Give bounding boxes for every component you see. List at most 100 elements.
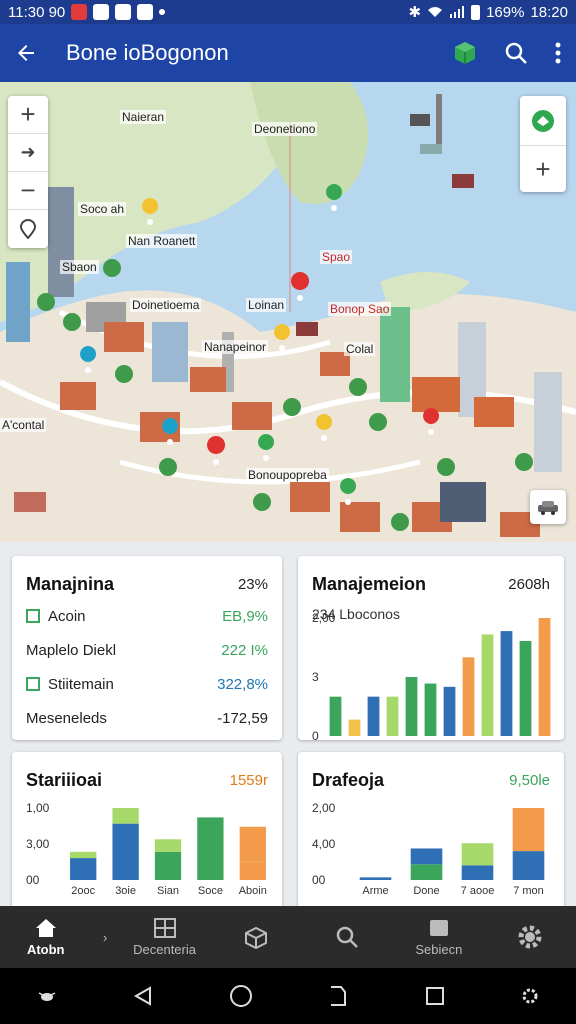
- bar: [154, 851, 182, 880]
- map-label: Bonoupopreba: [246, 468, 329, 482]
- stat-value: EB,9%: [222, 607, 268, 625]
- x-tick-label: Soce: [198, 885, 223, 897]
- layers-button[interactable]: [520, 96, 566, 146]
- bar: [112, 823, 139, 880]
- bar: [348, 719, 361, 736]
- battery-percent: 169%: [486, 3, 525, 21]
- x-tick-label: Aboin: [239, 885, 267, 897]
- stat-value: -172,59: [217, 709, 268, 727]
- bar-chart: 2,00 3 0: [312, 611, 551, 740]
- nav-label: Sebiecn: [415, 941, 463, 957]
- y-tick-label: 0: [312, 729, 319, 740]
- bar: [512, 851, 545, 880]
- x-tick-label: Done: [413, 885, 439, 897]
- nav-item-settings[interactable]: [485, 906, 576, 968]
- map-add-button[interactable]: +: [520, 146, 566, 192]
- bar: [424, 683, 437, 736]
- zoom-out-button[interactable]: −: [8, 172, 48, 210]
- bottom-navigation: Atobn › Decenteria Sebiecn: [0, 906, 576, 968]
- bar: [410, 848, 443, 865]
- battery-icon: [471, 4, 481, 20]
- y-tick-label: 00: [26, 873, 40, 887]
- notification-dot-icon: [159, 9, 166, 15]
- map-label: A'contal: [0, 418, 47, 432]
- compass-button[interactable]: ➜: [8, 134, 48, 172]
- stat-row: Maplelo Diekl 222 I%: [26, 638, 268, 662]
- notification-icon: [115, 4, 132, 20]
- stat-value: 222 I%: [221, 641, 268, 659]
- nav-item-box[interactable]: [210, 906, 301, 968]
- stat-value: 322,8%: [217, 675, 268, 693]
- map-label: Soco ah: [78, 202, 127, 216]
- chart-card[interactable]: Manajemeion 2608h 234 Lboconos 2,00 3 0: [298, 556, 564, 740]
- bar: [500, 631, 513, 736]
- search-icon: [337, 926, 359, 948]
- stat-label: Meseneleds: [26, 709, 107, 727]
- map-label: Spao: [320, 250, 353, 264]
- map-label: Nan Roanett: [126, 234, 198, 248]
- recents-icon[interactable]: [327, 984, 349, 1008]
- chart-card[interactable]: Drafeoja 9,50le 2,00 4,00 00 Arme Done 7 aooe…: [298, 752, 564, 912]
- map-label: Naieran: [120, 110, 167, 124]
- x-tick-label: 7 mon: [513, 885, 544, 897]
- bar-chart: 2,00 4,00 00 Arme Done 7 aooe 7 mon: [312, 801, 545, 897]
- nav-item-grid[interactable]: Decenteria: [119, 906, 210, 968]
- stat-label: Stiitemain: [48, 675, 114, 693]
- my-location-button[interactable]: [8, 210, 48, 248]
- gear-icon[interactable]: [521, 987, 539, 1005]
- navigation-arrow-icon: ➜: [20, 142, 36, 162]
- search-icon[interactable]: [504, 41, 528, 65]
- bar: [239, 861, 266, 880]
- card-title: Manajnina: [26, 574, 115, 594]
- more-vert-icon[interactable]: [554, 41, 562, 65]
- map-label: Nanapeinor: [202, 340, 269, 354]
- checkbox-icon: [26, 609, 40, 623]
- stats-card[interactable]: Manajnina 23% Acoin EB,9% Maplelo Diekl …: [12, 556, 282, 740]
- bar: [481, 634, 494, 736]
- stat-label: Maplelo Diekl: [26, 641, 117, 659]
- system-navigation: [0, 968, 576, 1024]
- box-icon: [244, 926, 267, 949]
- overview-icon[interactable]: [424, 985, 446, 1007]
- chart-card[interactable]: Stariiioai 1559r 1,00 3,00 00 2ooc 3oie Sian S…: [12, 752, 282, 912]
- nav-item-section[interactable]: Sebiecn: [393, 906, 484, 968]
- x-tick-label: Sian: [157, 885, 179, 897]
- back-arrow-icon[interactable]: [14, 41, 38, 65]
- x-tick-label: 7 aooe: [461, 885, 495, 897]
- car-mode-button[interactable]: [530, 490, 566, 524]
- nav-item-search[interactable]: [302, 906, 393, 968]
- stat-row: Acoin EB,9%: [26, 604, 268, 628]
- chevron-right-icon: ›: [102, 929, 108, 945]
- bar: [410, 864, 443, 880]
- map-label: Doinetioema: [130, 298, 202, 312]
- y-tick-label: 3: [312, 670, 319, 684]
- bug-icon[interactable]: [37, 989, 57, 1003]
- y-tick-label: 1,00: [26, 801, 50, 815]
- status-time-right: 18:20: [530, 3, 568, 21]
- page-title: Bone ioBogonon: [66, 40, 229, 65]
- stat-row: Stiitemain 322,8%: [26, 672, 268, 696]
- nav-item-home[interactable]: Atobn: [0, 906, 91, 968]
- bar: [519, 640, 532, 736]
- bar: [512, 808, 545, 852]
- bar: [462, 657, 475, 736]
- y-tick-label: 3,00: [26, 837, 50, 851]
- bar: [359, 877, 392, 880]
- map-cube-icon[interactable]: [452, 40, 478, 66]
- city-map[interactable]: Naieran Deonetiono Soco ah Nan Roanett S…: [0, 82, 576, 542]
- app-bar: Bone ioBogonon: [0, 24, 576, 82]
- plus-icon: +: [535, 153, 551, 184]
- back-icon[interactable]: [132, 985, 154, 1007]
- y-tick-label: 4,00: [312, 837, 336, 851]
- bar: [461, 865, 494, 880]
- bar: [197, 817, 224, 880]
- zoom-in-button[interactable]: +: [8, 96, 48, 134]
- home-circle-icon[interactable]: [229, 984, 253, 1008]
- notification-icon: [93, 4, 110, 20]
- map-label: Bonop Sao: [328, 302, 392, 316]
- x-tick-label: 3oie: [115, 885, 136, 897]
- settings-icon: [518, 925, 542, 949]
- status-bar: 11:30 90 ✱ 169% 18:20: [0, 0, 576, 24]
- bar-chart: 1,00 3,00 00 2ooc 3oie Sian Soce Aboin: [26, 801, 267, 897]
- bar: [386, 696, 399, 736]
